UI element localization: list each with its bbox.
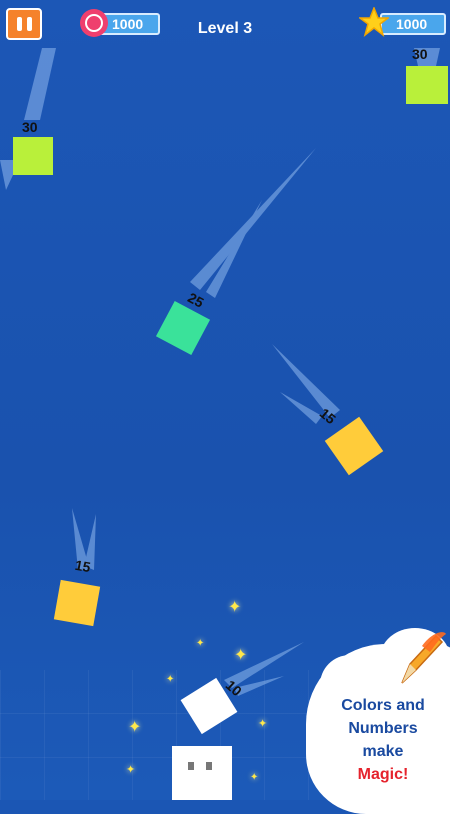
player-eye (206, 762, 212, 770)
sparkle-icon: ✦ (166, 674, 175, 685)
promo-line-4: Magic! (357, 766, 409, 783)
promo-text: Colors and Numbers make Magic! (318, 694, 448, 786)
sparkle-icon: ✦ (196, 638, 205, 649)
block-yellow-left-number: 15 (73, 556, 92, 576)
block-top-left-number: 30 (22, 119, 38, 135)
trail-green-block-b (206, 200, 262, 298)
player-block[interactable] (172, 746, 232, 800)
block-top-right (406, 66, 448, 104)
sparkle-icon: ✦ (128, 719, 142, 736)
promo-line-3: make (362, 743, 404, 760)
star-icon (359, 7, 389, 37)
promo-line-2: Numbers (348, 720, 418, 737)
block-top-right-number: 30 (412, 46, 428, 62)
sparkle-icon: ✦ (234, 647, 248, 664)
sparkle-icon: ✦ (126, 764, 136, 776)
block-yellow-left (53, 579, 101, 627)
trail-green-block-a (190, 148, 316, 290)
stars-display: 1000 (380, 13, 446, 35)
stars-value: 1000 (396, 16, 428, 32)
sparkle-icon: ✦ (250, 772, 259, 783)
sparkle-icon: ✦ (258, 718, 268, 730)
player-eye (188, 762, 194, 770)
block-top-left (13, 137, 53, 175)
trail-top-left (24, 48, 56, 120)
pencil-icon (401, 632, 446, 684)
promo-line-1: Colors and (341, 697, 425, 714)
sparkle-icon: ✦ (228, 599, 242, 616)
